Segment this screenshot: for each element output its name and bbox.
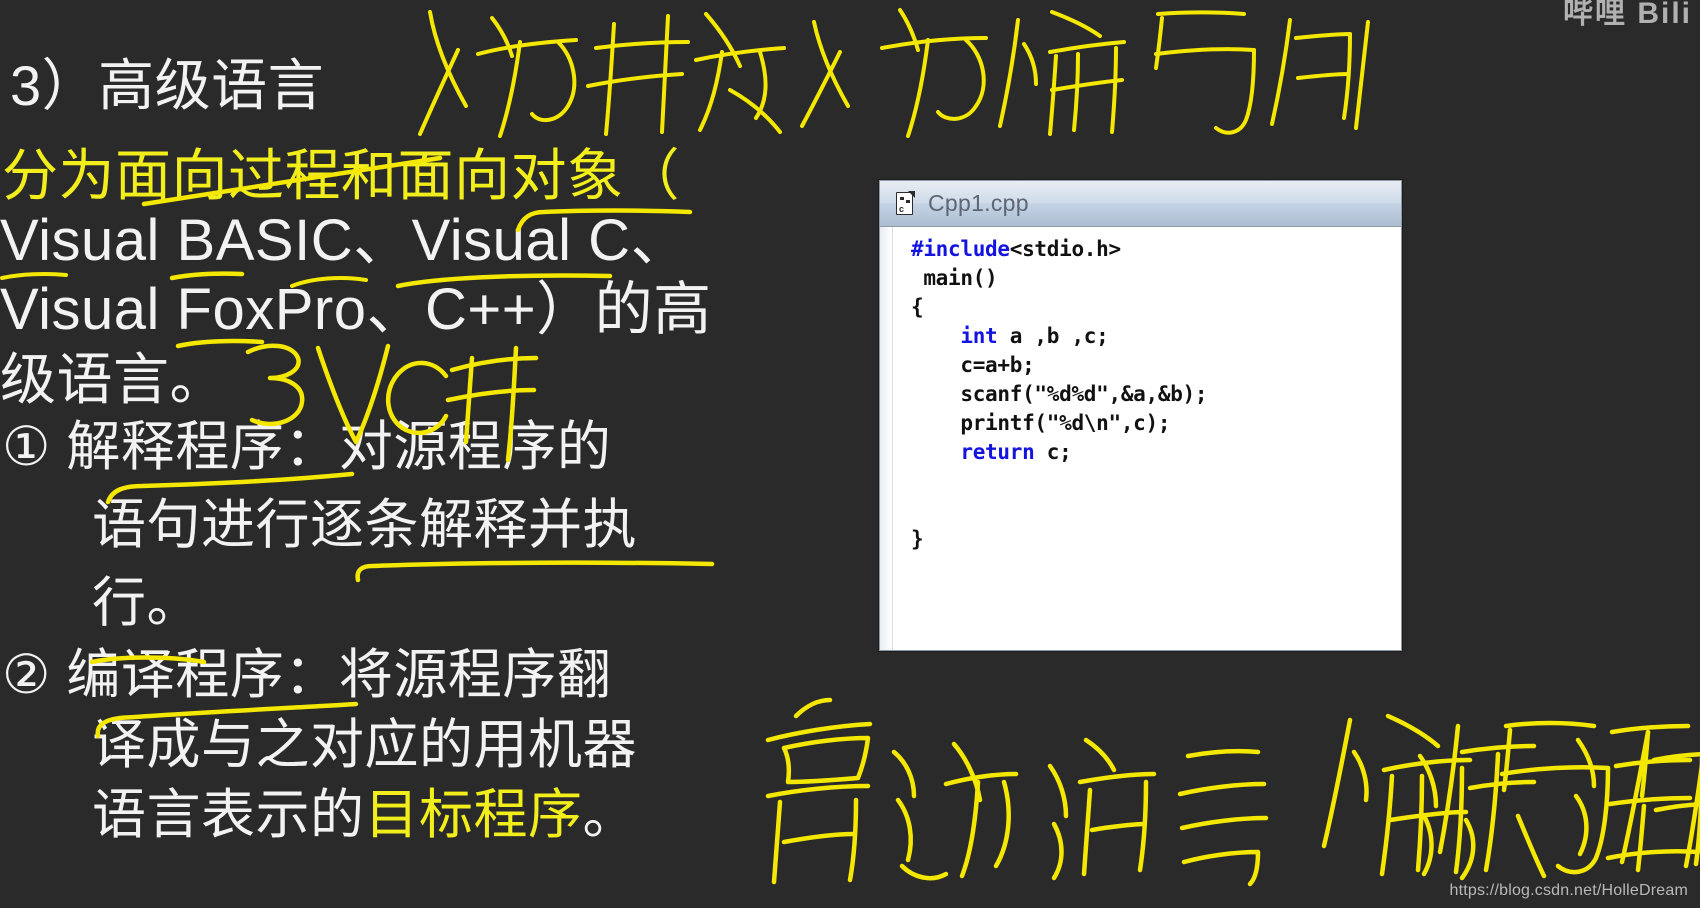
slide-screenshot: 3）高级语言 分为面向过程和面向对象（ Visual BASIC、Visual … (0, 0, 1700, 908)
code-token: } (911, 527, 924, 551)
slide-line-2: 分为面向过程和面向对象（ (2, 144, 680, 207)
code-token: a ,b ,c; (997, 324, 1109, 348)
code-line: c=a+b; (911, 351, 1401, 380)
item-2-line-3-part-1: 语言表示的 (92, 785, 365, 845)
editor-tab-bar[interactable]: c Cpp1.cpp (880, 181, 1401, 227)
code-editor-window[interactable]: c Cpp1.cpp #include<stdio.h> main() { int… (879, 180, 1402, 651)
code-line: printf("%d\n",c); (911, 409, 1401, 438)
handwriting-bottom-note (750, 670, 1700, 900)
code-token: <stdio.h> (1009, 237, 1121, 261)
code-line: main() (911, 264, 1401, 293)
code-token: c; (1034, 440, 1072, 464)
source-code-text[interactable]: #include<stdio.h> main() { int a ,b ,c; c… (893, 227, 1401, 650)
slide-text-column: 3）高级语言 分为面向过程和面向对象（ Visual BASIC、Visual … (0, 0, 800, 908)
slide-heading: 3）高级语言 (10, 54, 325, 117)
code-line: { (911, 293, 1401, 322)
slide-item-1-line-3: 行。 (92, 573, 201, 633)
corner-logo: 哔哩 Bili (1562, 0, 1692, 30)
code-line: scanf("%d%d",&a,&b); (911, 380, 1401, 409)
code-line: int a ,b ,c; (911, 322, 1401, 351)
slide-item-2-line-1: ② 编译程序：将源程序翻 (2, 645, 612, 705)
csdn-watermark: https://blog.csdn.net/HolleDream (1449, 882, 1688, 899)
code-keyword: #include (911, 237, 1010, 261)
slide-line-5: 级语言。 (0, 348, 226, 411)
slide-item-2-line-3: 语言表示的目标程序。 (92, 788, 637, 842)
handwriting-bottom-note-tail (1400, 670, 1700, 900)
code-keyword: return (960, 440, 1035, 464)
editor-tab-title[interactable]: Cpp1.cpp (928, 190, 1029, 217)
item-2-highlight-target-program: 目标程序 (364, 785, 583, 845)
slide-line-4: Visual FoxPro、C++）的高 (0, 277, 712, 342)
code-line: } (911, 525, 1401, 554)
code-line: #include<stdio.h> (911, 235, 1401, 264)
cpp-file-icon: c (894, 190, 916, 217)
slide-item-2-line-2: 译成与之对应的用机器 (92, 715, 637, 775)
code-token: main() (923, 266, 998, 290)
code-editor-body[interactable]: #include<stdio.h> main() { int a ,b ,c; c… (880, 227, 1401, 650)
code-token: printf("%d\n",c); (960, 411, 1171, 435)
slide-item-1-line-2: 语句进行逐条解释并执 (92, 495, 637, 555)
slide-item-1-line-1: ① 解释程序：对源程序的 (2, 417, 612, 477)
item-2-line-3-part-3: 。 (582, 785, 637, 845)
code-token: { (911, 295, 924, 319)
code-token: c=a+b; (960, 353, 1035, 377)
code-token: scanf("%d%d",&a,&b); (960, 382, 1208, 406)
slide-line-3: Visual BASIC、Visual C、 (0, 208, 690, 273)
editor-gutter (880, 227, 893, 650)
code-line: return c; (911, 438, 1401, 467)
code-keyword: int (960, 324, 998, 348)
